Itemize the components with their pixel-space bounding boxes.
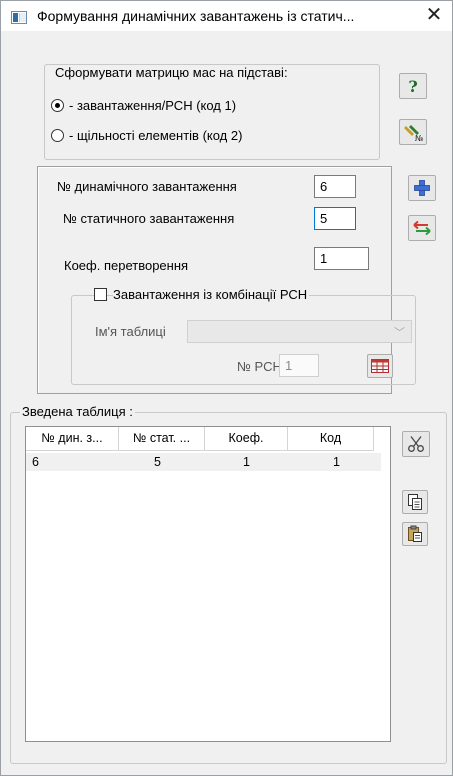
column-header-stat-load[interactable]: № стат. ... [119,427,205,451]
table-row[interactable] [26,453,381,471]
svg-text:?: ? [408,77,417,95]
help-button[interactable]: ? [399,73,427,99]
table-grid-icon [371,359,389,373]
rsn-number-label: № РСН [237,359,282,374]
window-title: Формування динамічних завантажень із ста… [37,8,355,24]
table-cell-coef: 1 [243,455,250,469]
close-button[interactable]: ✕ [416,1,452,31]
copy-icon [408,494,422,510]
svg-text:№: № [415,134,423,142]
dynamic-load-number-field[interactable]: 6 [314,175,356,198]
chevron-down-icon: ﹀ [394,327,405,339]
rsn-table-button[interactable] [367,354,393,378]
cut-icon [408,436,424,452]
paste-button[interactable] [402,522,428,546]
table-cell-code: 1 [333,455,340,469]
dialog-window: Формування динамічних завантажень із ста… [0,0,453,776]
summary-table-label: Зведена таблиця : [20,404,135,419]
radio-option-load-rsn[interactable] [51,99,64,112]
column-header-code[interactable]: Код [288,427,374,451]
column-header-coef[interactable]: Коеф. [205,427,288,451]
swap-button[interactable] [408,215,436,241]
swap-arrows-icon [413,220,431,236]
title-bar: Формування динамічних завантажень із ста… [1,1,452,31]
summary-table[interactable]: № дин. з... № стат. ... Коеф. Код 6 5 1 … [25,426,391,742]
rsn-combination-checkbox-label[interactable]: Завантаження із комбінації РСН [113,287,310,302]
add-button[interactable] [408,175,436,201]
radio-option-load-rsn-label[interactable]: - завантаження/РСН (код 1) [69,98,236,113]
radio-option-element-density[interactable] [51,129,64,142]
column-header-dyn-load[interactable]: № дин. з... [26,427,119,451]
table-name-label: Ім'я таблиці [95,324,166,339]
static-load-number-field[interactable]: 5 [314,207,356,230]
help-icon: ? [408,77,417,95]
mass-matrix-group-label: Сформувати матрицю мас на підставі: [53,65,290,80]
conversion-coefficient-label: Коеф. перетворення [64,258,189,273]
numbered-tool-button[interactable]: № [399,119,427,145]
radio-option-element-density-label[interactable]: - щільності елементів (код 2) [69,128,242,143]
table-cell-dyn-load: 6 [32,455,39,469]
rsn-number-field[interactable]: 1 [279,354,319,377]
static-load-number-label: № статичного завантаження [63,211,235,226]
dynamic-load-number-label: № динамічного завантаження [57,179,237,194]
table-name-combobox[interactable]: ﹀ [187,320,412,343]
copy-button[interactable] [402,490,428,514]
add-icon [414,180,430,196]
app-window-icon [11,11,27,24]
conversion-coefficient-field[interactable]: 1 [314,247,369,270]
rsn-combination-checkbox[interactable] [94,288,107,301]
table-cell-stat-load: 5 [154,455,161,469]
cut-button[interactable] [402,431,430,457]
paste-icon [408,525,422,542]
numbered-tool-icon: № [404,125,423,142]
